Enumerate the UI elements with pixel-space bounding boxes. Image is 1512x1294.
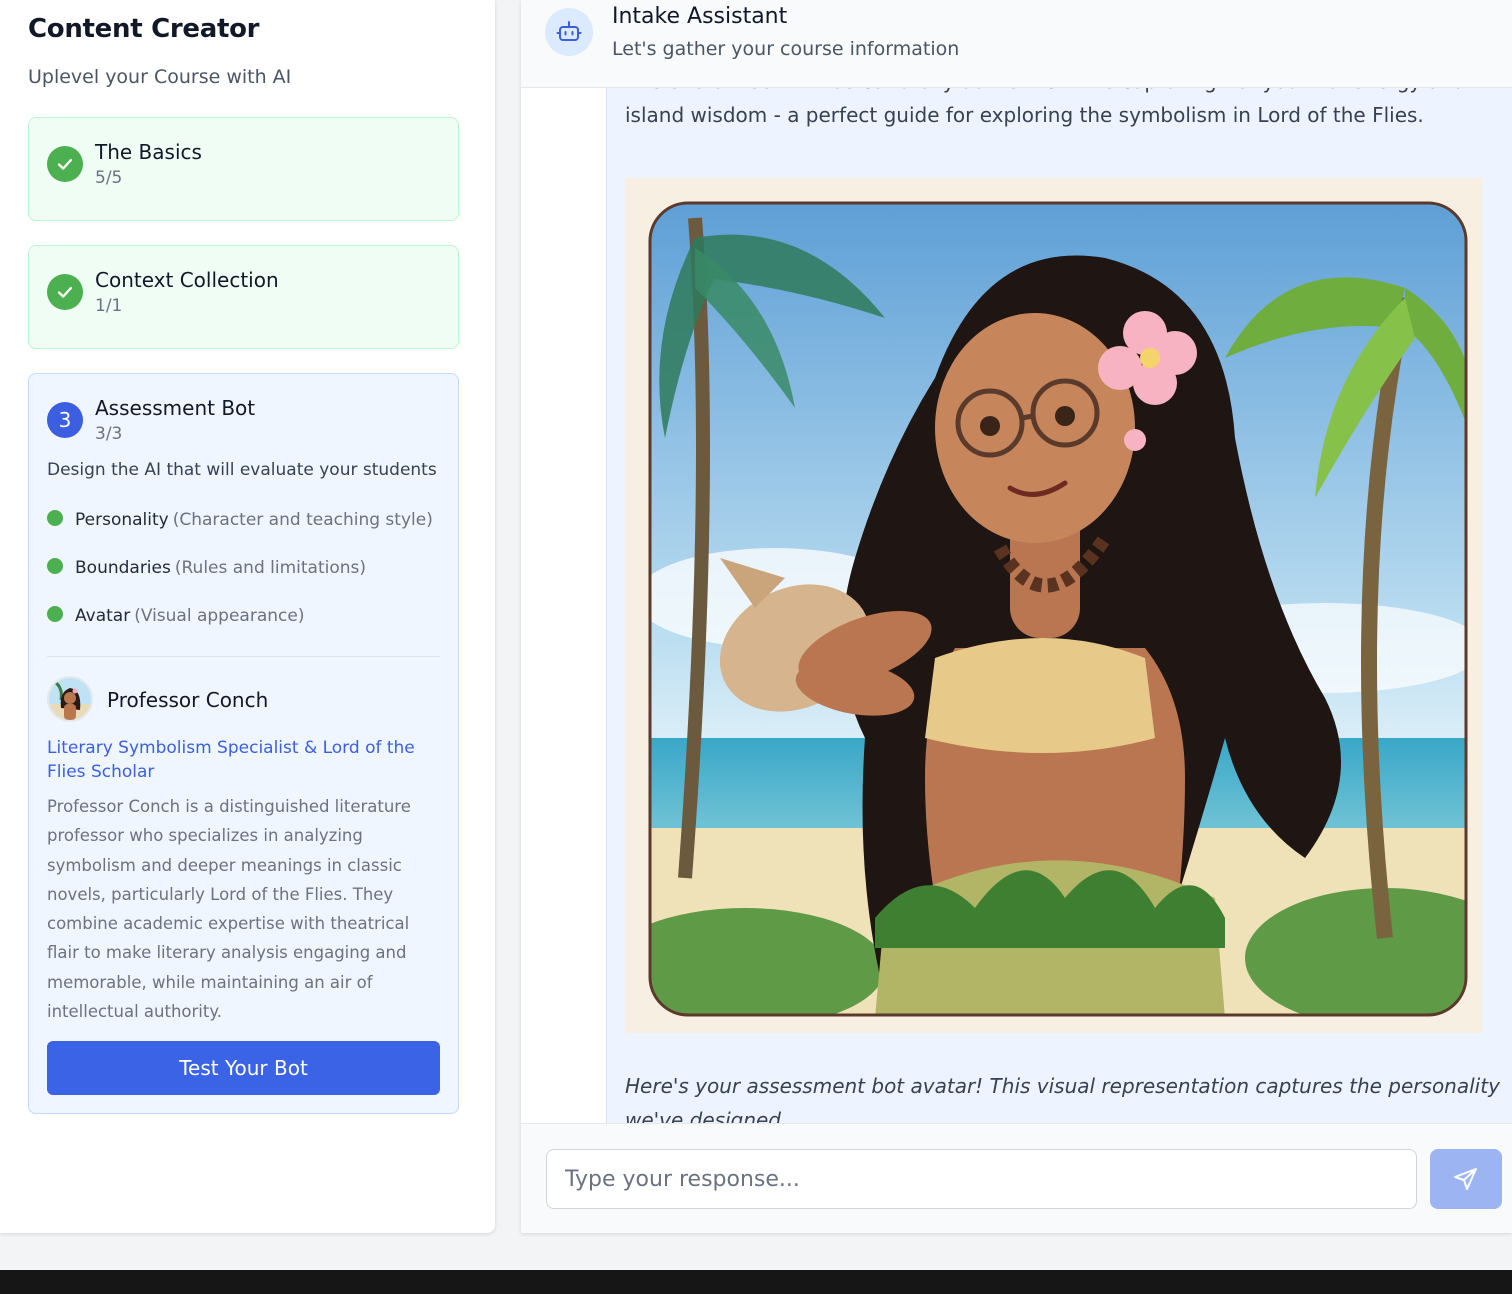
chat-header: Intake Assistant Let's gather your cours… bbox=[521, 0, 1512, 88]
step-title: Assessment Bot bbox=[95, 396, 256, 420]
avatar-illustration bbox=[625, 178, 1482, 1033]
requirement-boundaries: Boundaries (Rules and limitations) bbox=[47, 558, 366, 578]
requirement-hint: (Rules and limitations) bbox=[174, 558, 367, 578]
bot-name: Professor Conch bbox=[107, 688, 269, 712]
requirement-hint: (Character and teaching style) bbox=[172, 510, 433, 530]
assistant-message: The overall look will be culturally auth… bbox=[606, 88, 1512, 1123]
step-count: 5/5 bbox=[95, 168, 123, 188]
step-card-basics[interactable]: The Basics 5/5 bbox=[28, 117, 459, 221]
sidebar-title: Content Creator bbox=[28, 14, 260, 44]
message-list[interactable]: The overall look will be culturally auth… bbox=[521, 88, 1512, 1123]
step-title: Context Collection bbox=[95, 268, 279, 292]
robot-icon bbox=[545, 8, 593, 56]
system-taskbar bbox=[0, 1270, 1512, 1294]
chat-subtitle: Let's gather your course information bbox=[612, 38, 960, 60]
complete-dot-icon bbox=[47, 558, 63, 574]
step-count: 3/3 bbox=[95, 424, 123, 444]
chat-title: Intake Assistant bbox=[612, 4, 788, 29]
sidebar: Content Creator Uplevel your Course with… bbox=[0, 0, 495, 1233]
step-count: 1/1 bbox=[95, 296, 123, 316]
step-title: The Basics bbox=[95, 140, 202, 164]
response-input[interactable] bbox=[546, 1149, 1417, 1209]
step-description: Design the AI that will evaluate your st… bbox=[47, 460, 437, 480]
bot-role: Literary Symbolism Specialist & Lord of … bbox=[47, 738, 415, 782]
message-caption: Here's your assessment bot avatar! This … bbox=[625, 1074, 1500, 1123]
send-button[interactable] bbox=[1430, 1149, 1502, 1209]
requirement-label: Personality bbox=[75, 510, 169, 530]
requirement-personality: Personality (Character and teaching style… bbox=[47, 510, 433, 530]
requirement-label: Boundaries bbox=[75, 558, 171, 578]
requirement-hint: (Visual appearance) bbox=[134, 606, 305, 626]
complete-dot-icon bbox=[47, 510, 63, 526]
chat-panel: Intake Assistant Let's gather your cours… bbox=[521, 0, 1512, 1233]
requirement-label: Avatar bbox=[75, 606, 131, 626]
step-number-badge: 3 bbox=[47, 402, 83, 438]
step-card-context-collection[interactable]: Context Collection 1/1 bbox=[28, 245, 459, 349]
bot-bio: Professor Conch is a distinguished liter… bbox=[47, 797, 411, 1022]
bot-avatar bbox=[47, 676, 93, 722]
complete-dot-icon bbox=[47, 606, 63, 622]
divider bbox=[47, 656, 440, 657]
requirement-avatar: Avatar (Visual appearance) bbox=[47, 606, 304, 626]
test-your-bot-button[interactable]: Test Your Bot bbox=[47, 1041, 440, 1095]
sidebar-subtitle: Uplevel your Course with AI bbox=[28, 66, 292, 88]
check-icon bbox=[47, 274, 83, 310]
message-text: The overall look will be culturally auth… bbox=[625, 88, 1465, 127]
send-icon bbox=[1454, 1168, 1477, 1190]
check-icon bbox=[47, 146, 83, 182]
step-card-assessment-bot[interactable]: 3 Assessment Bot 3/3 Design the AI that … bbox=[28, 373, 459, 1114]
input-bar bbox=[521, 1123, 1512, 1233]
